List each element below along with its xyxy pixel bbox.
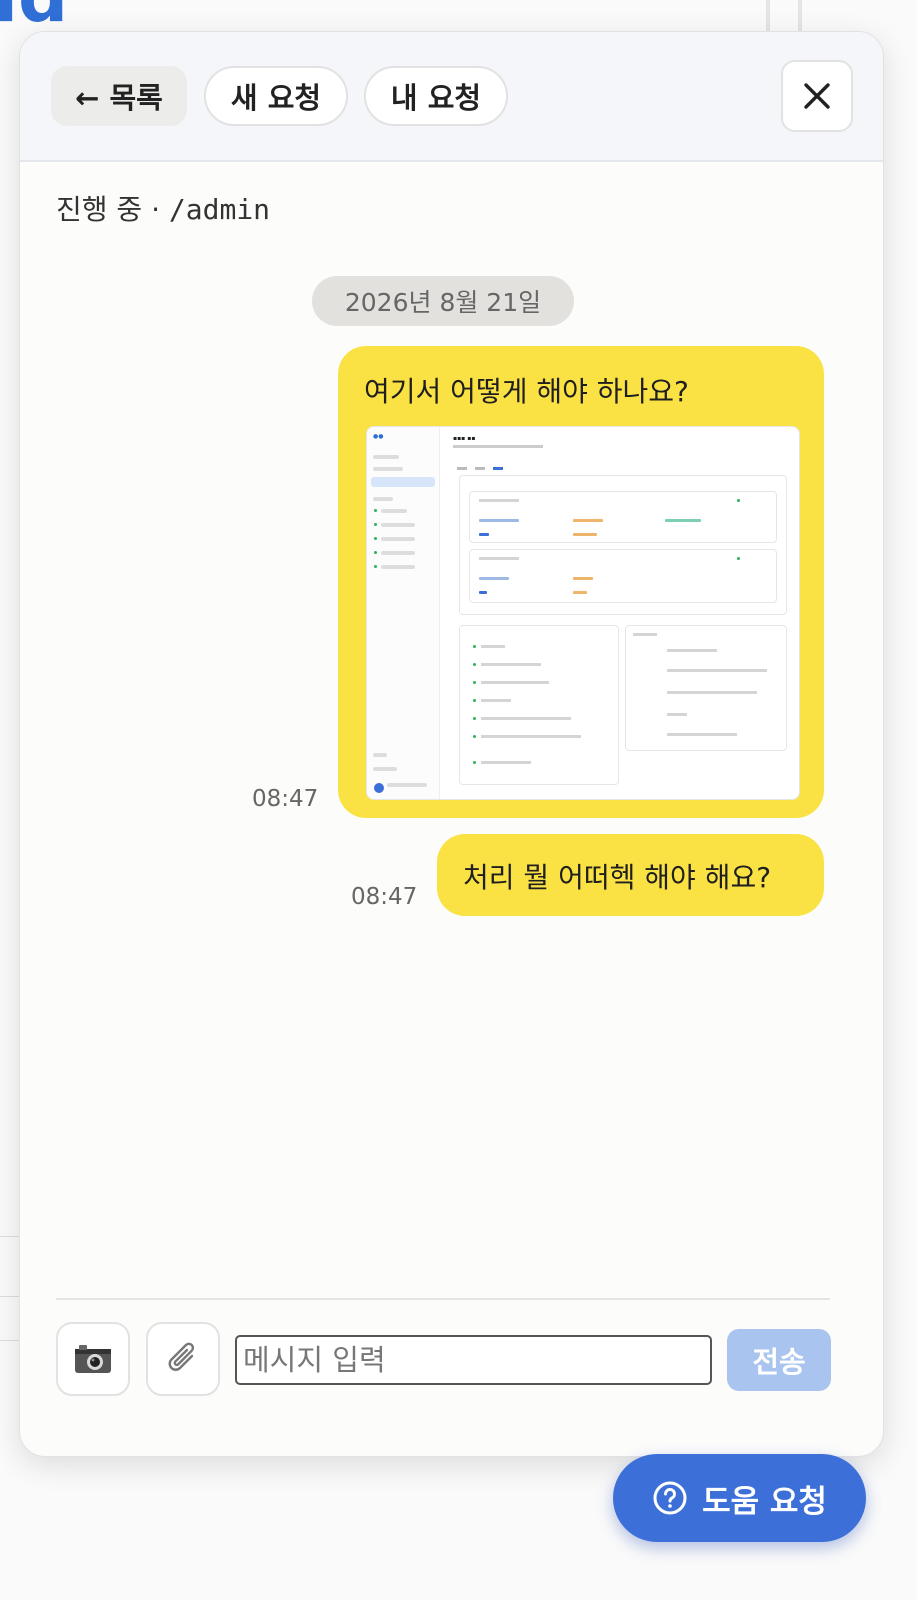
message-input[interactable]: [235, 1335, 712, 1385]
background-divider: [798, 0, 802, 32]
close-icon: [804, 83, 830, 109]
help-button-label: 도움 요청: [702, 1483, 827, 1520]
background-divider: [0, 1340, 20, 1341]
thumbnail-nav-item: [381, 537, 415, 541]
thumbnail-timeline-dot: [473, 761, 476, 764]
thumbnail-text: [481, 717, 571, 720]
support-chat-panel: ← 목록 새 요청 내 요청 진행 중 · /admin 2026년 8월 21…: [19, 31, 884, 1457]
question-circle-icon: [653, 1481, 687, 1515]
message-bubble: 처리 뭘 어떠헥 해야 해요?: [437, 834, 824, 916]
thumbnail-text: [481, 681, 549, 684]
new-request-button[interactable]: 새 요청: [204, 66, 348, 126]
request-status: 진행 중 · /admin: [56, 188, 270, 228]
thumbnail-text: [667, 669, 767, 672]
send-button[interactable]: 전송: [727, 1329, 831, 1391]
close-button[interactable]: [781, 60, 853, 132]
thumbnail-bar: [573, 519, 603, 522]
thumbnail-bar: [573, 577, 593, 580]
thumbnail-ready-dot: [737, 557, 740, 560]
thumbnail-nav-item: [381, 565, 415, 569]
thumbnail-timeline-dot: [473, 681, 476, 684]
message-bubble: 여기서 어떻게 해야 하나요? ●● ▪▪▪ ▪▪: [338, 346, 824, 818]
new-request-label: 새 요청: [230, 81, 322, 115]
thumbnail-nav-item-selected: [371, 477, 435, 487]
thumbnail-status-dot: [374, 509, 377, 512]
thumbnail-bar: [479, 519, 519, 522]
attached-screenshot[interactable]: ●● ▪▪▪ ▪▪: [366, 426, 800, 800]
thumbnail-ready-dot: [737, 499, 740, 502]
thumbnail-timeline-dot: [473, 717, 476, 720]
thumbnail-nav-item: [373, 767, 397, 771]
thumbnail-status-dot: [374, 551, 377, 554]
thumbnail-nav-item: [373, 753, 387, 757]
thumbnail-nav-item: [387, 783, 427, 787]
message-time: 08:47: [252, 786, 319, 812]
message-time: 08:47: [351, 884, 418, 910]
status-state: 진행 중: [56, 193, 143, 226]
thumbnail-text: [481, 735, 581, 738]
thumbnail-nav-item: [373, 455, 399, 459]
thumbnail-timeline-dot: [473, 645, 476, 648]
composer-divider: [56, 1298, 830, 1300]
thumbnail-text: [479, 557, 519, 560]
thumbnail-status-dot: [374, 523, 377, 526]
camera-button[interactable]: [56, 1322, 130, 1396]
date-label: 2026년 8월 21일: [344, 288, 542, 317]
thumbnail-nav-item: [373, 497, 393, 501]
thumbnail-nav-item: [381, 509, 407, 513]
attach-file-button[interactable]: [146, 1322, 220, 1396]
thumbnail-tab: [493, 467, 503, 470]
thumbnail-bar: [479, 577, 509, 580]
thumbnail-text: [667, 649, 717, 652]
back-to-list-button[interactable]: ← 목록: [51, 66, 187, 126]
thumbnail-logo: ●●: [373, 433, 384, 440]
thumbnail-text: [633, 633, 657, 636]
my-requests-button[interactable]: 내 요청: [364, 66, 508, 126]
thumbnail-title: ▪▪▪ ▪▪: [453, 435, 476, 442]
thumbnail-sidebar: ●●: [367, 427, 440, 799]
thumbnail-tab: [475, 467, 485, 470]
my-requests-label: 내 요청: [390, 81, 482, 115]
thumbnail-timeline-dot: [473, 699, 476, 702]
message-text: 처리 뭘 어떠헥 해야 해요?: [463, 861, 772, 894]
thumbnail-text: [667, 691, 757, 694]
thumbnail-bar: [573, 591, 587, 594]
back-button-label: ← 목록: [75, 81, 163, 115]
paperclip-icon: [168, 1342, 195, 1371]
status-path: /admin: [168, 193, 271, 226]
date-separator: 2026년 8월 21일: [312, 276, 574, 326]
thumbnail-text: [479, 499, 519, 502]
thumbnail-nav-item: [373, 467, 403, 471]
thumbnail-text: [481, 761, 531, 764]
thumbnail-status-dot: [374, 537, 377, 540]
panel-header: ← 목록 새 요청 내 요청: [20, 32, 883, 162]
thumbnail-timeline-dot: [473, 735, 476, 738]
thumbnail-bar: [665, 519, 701, 522]
thumbnail-text: [667, 713, 687, 716]
thumbnail-text: [481, 699, 511, 702]
thumbnail-timeline-dot: [473, 663, 476, 666]
background-divider: [766, 0, 770, 32]
thumbnail-text: [667, 733, 737, 736]
thumbnail-nav-item: [381, 523, 415, 527]
thumbnail-bar: [479, 591, 487, 594]
send-button-label: 전송: [752, 1345, 806, 1379]
thumbnail-tab: [457, 467, 467, 470]
camera-icon: [75, 1345, 111, 1373]
thumbnail-avatar: [374, 783, 384, 793]
thumbnail-bar: [479, 533, 489, 536]
thumbnail-text: [481, 663, 541, 666]
thumbnail-bar: [573, 533, 597, 536]
help-request-button[interactable]: 도움 요청: [613, 1454, 866, 1542]
background-divider: [0, 1236, 20, 1237]
thumbnail-nav-item: [381, 551, 415, 555]
status-separator: ·: [142, 193, 169, 226]
thumbnail-text: [481, 645, 505, 648]
thumbnail-status-dot: [374, 565, 377, 568]
thumbnail-subtitle: [453, 445, 543, 448]
background-divider: [0, 1296, 20, 1297]
message-text: 여기서 어떻게 해야 하나요?: [364, 375, 689, 408]
